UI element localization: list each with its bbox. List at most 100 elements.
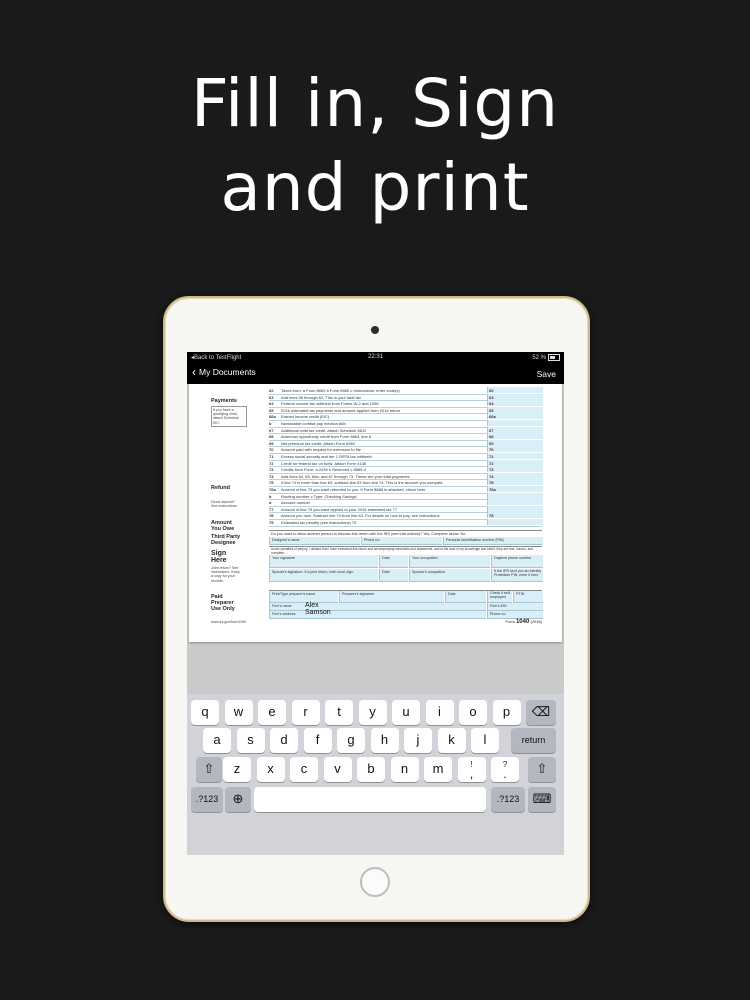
key-z[interactable]: z	[223, 757, 251, 782]
backspace-icon: ⌫	[531, 704, 551, 719]
key-e[interactable]: e	[258, 700, 286, 725]
key-o[interactable]: o	[459, 700, 487, 725]
amount-field[interactable]: 72	[487, 459, 543, 466]
save-button[interactable]: Save	[537, 369, 556, 379]
my-documents-back-button[interactable]: ‹ My Documents	[192, 366, 256, 378]
key-label: k	[448, 732, 455, 747]
amount-field[interactable]: 70	[487, 446, 543, 453]
paid-line3: Use Only	[211, 606, 235, 612]
self-employed-checkbox[interactable]: Check if self-employed	[487, 591, 512, 603]
your-occupation-field[interactable]: Your occupation	[409, 555, 490, 568]
key-label: a	[213, 732, 221, 747]
punct-key[interactable]: ?.	[491, 757, 519, 782]
amount-field[interactable]: 66a	[487, 413, 543, 420]
amount-field[interactable]: 63	[487, 393, 543, 400]
key-label: i	[438, 704, 441, 719]
amount-field[interactable]: 67	[487, 426, 543, 433]
punct-key[interactable]: !,	[457, 757, 486, 782]
key-b[interactable]: b	[357, 757, 385, 782]
space-bar[interactable]	[254, 787, 486, 812]
dismiss-keyboard-key[interactable]: ⌨	[528, 787, 556, 812]
preparer-signature-field[interactable]: Preparer's signature	[339, 591, 444, 603]
key-q[interactable]: q	[191, 700, 219, 725]
amount-field[interactable]: 74	[487, 472, 543, 479]
firms-address-field[interactable]: Firm's address	[269, 611, 486, 619]
backspace-key[interactable]: ⌫	[526, 700, 556, 725]
key-n[interactable]: n	[390, 757, 419, 782]
form-line[interactable]: 79 Estimated tax penalty (see instruction…	[269, 519, 543, 527]
home-button[interactable]	[360, 867, 390, 897]
preparer-date-field[interactable]: Date	[445, 591, 486, 603]
line-number: 64	[269, 401, 274, 407]
key-v[interactable]: v	[323, 757, 352, 782]
designee-phone-field[interactable]: Phone no.	[361, 537, 442, 545]
line-text: Excess social security and tier 1 RRTA t…	[281, 454, 372, 459]
spouse-date-field[interactable]: Date	[379, 569, 408, 582]
key-h[interactable]: h	[370, 728, 399, 753]
key-p[interactable]: p	[492, 700, 521, 725]
amount-field[interactable]: 65	[487, 406, 543, 413]
amount-field[interactable]: 69	[487, 439, 543, 446]
key-l[interactable]: l	[471, 728, 499, 753]
box-number: 68	[489, 434, 494, 440]
your-signature-field[interactable]: Your signature	[269, 555, 378, 568]
key-u[interactable]: u	[392, 700, 420, 725]
line-text: 2016 estimated tax payments and amount a…	[281, 407, 401, 413]
designee-name-field[interactable]: Designee's name	[269, 537, 360, 545]
key-c[interactable]: c	[290, 757, 318, 782]
key-g[interactable]: g	[337, 728, 365, 753]
amount-field[interactable]: 75	[487, 479, 543, 486]
key-k[interactable]: k	[437, 728, 466, 753]
amount-field[interactable]: 62	[487, 387, 543, 393]
key-w[interactable]: w	[224, 700, 253, 725]
preparer-signature-label: Preparer's signature	[342, 592, 375, 596]
phone-no-field[interactable]: Phone no.	[487, 611, 543, 619]
designee-pin-field[interactable]: Personal identification number (PIN)	[443, 537, 543, 545]
firms-ein-field[interactable]: Firm's EIN	[487, 603, 543, 611]
date-field[interactable]: Date	[379, 555, 408, 568]
preparer-name-label: Print/Type preparer's name	[272, 592, 316, 596]
amount-field[interactable]	[487, 505, 543, 512]
key-j[interactable]: j	[404, 728, 432, 753]
firms-ein-label: Firm's EIN	[490, 604, 507, 608]
line-text: Federal income tax withheld from Forms W…	[281, 401, 379, 407]
amount-field[interactable]: 71	[487, 453, 543, 459]
ptin-field[interactable]: PTIN	[513, 591, 543, 603]
key-i[interactable]: i	[425, 700, 454, 725]
key-x[interactable]: x	[256, 757, 285, 782]
amount-field[interactable]: 76a	[487, 486, 543, 492]
amount-field[interactable]: 73	[487, 466, 543, 473]
amount-field[interactable]: 68	[487, 433, 543, 440]
section-sign-here: Sign Here	[211, 550, 227, 564]
amount-field[interactable]	[487, 519, 543, 525]
numbers-key-left[interactable]: .?123	[191, 787, 223, 812]
designee-question: Do you want to allow another person to d…	[271, 532, 466, 536]
key-y[interactable]: y	[358, 700, 387, 725]
preparer-name-field[interactable]: Print/Type preparer's name	[269, 591, 338, 603]
key-d[interactable]: d	[270, 728, 298, 753]
spouse-occupation-field[interactable]: Spouse's occupation	[409, 569, 490, 582]
globe-key[interactable]: ⊕	[225, 787, 251, 812]
firms-name-field[interactable]: Firm's name	[269, 603, 486, 611]
amount-field[interactable]	[487, 420, 543, 426]
spouse-signature-field[interactable]: Spouse's signature. If a joint return, b…	[269, 569, 378, 582]
amount-field[interactable]: 64	[487, 400, 543, 407]
box-number: 62	[489, 388, 494, 393]
amount-field[interactable]	[487, 492, 543, 499]
key-m[interactable]: m	[424, 757, 452, 782]
key-r[interactable]: r	[291, 700, 320, 725]
shift-key-left[interactable]: ⇧	[196, 757, 222, 782]
key-f[interactable]: f	[303, 728, 332, 753]
amount-field[interactable]: 78	[487, 512, 543, 519]
key-a[interactable]: a	[203, 728, 231, 753]
numbers-key-right[interactable]: .?123	[491, 787, 525, 812]
daytime-phone-field[interactable]: Daytime phone number	[491, 555, 543, 568]
amount-field[interactable]	[487, 499, 543, 506]
key-t[interactable]: t	[325, 700, 353, 725]
document-viewer[interactable]: Payments If you have a qualifying child,…	[189, 384, 562, 642]
return-key[interactable]: return	[511, 728, 556, 753]
identity-pin-field[interactable]: If the IRS sent you an Identity Protecti…	[491, 569, 543, 582]
key-s[interactable]: s	[236, 728, 265, 753]
shift-key-right[interactable]: ⇧	[528, 757, 556, 782]
key-label: j	[416, 732, 420, 747]
